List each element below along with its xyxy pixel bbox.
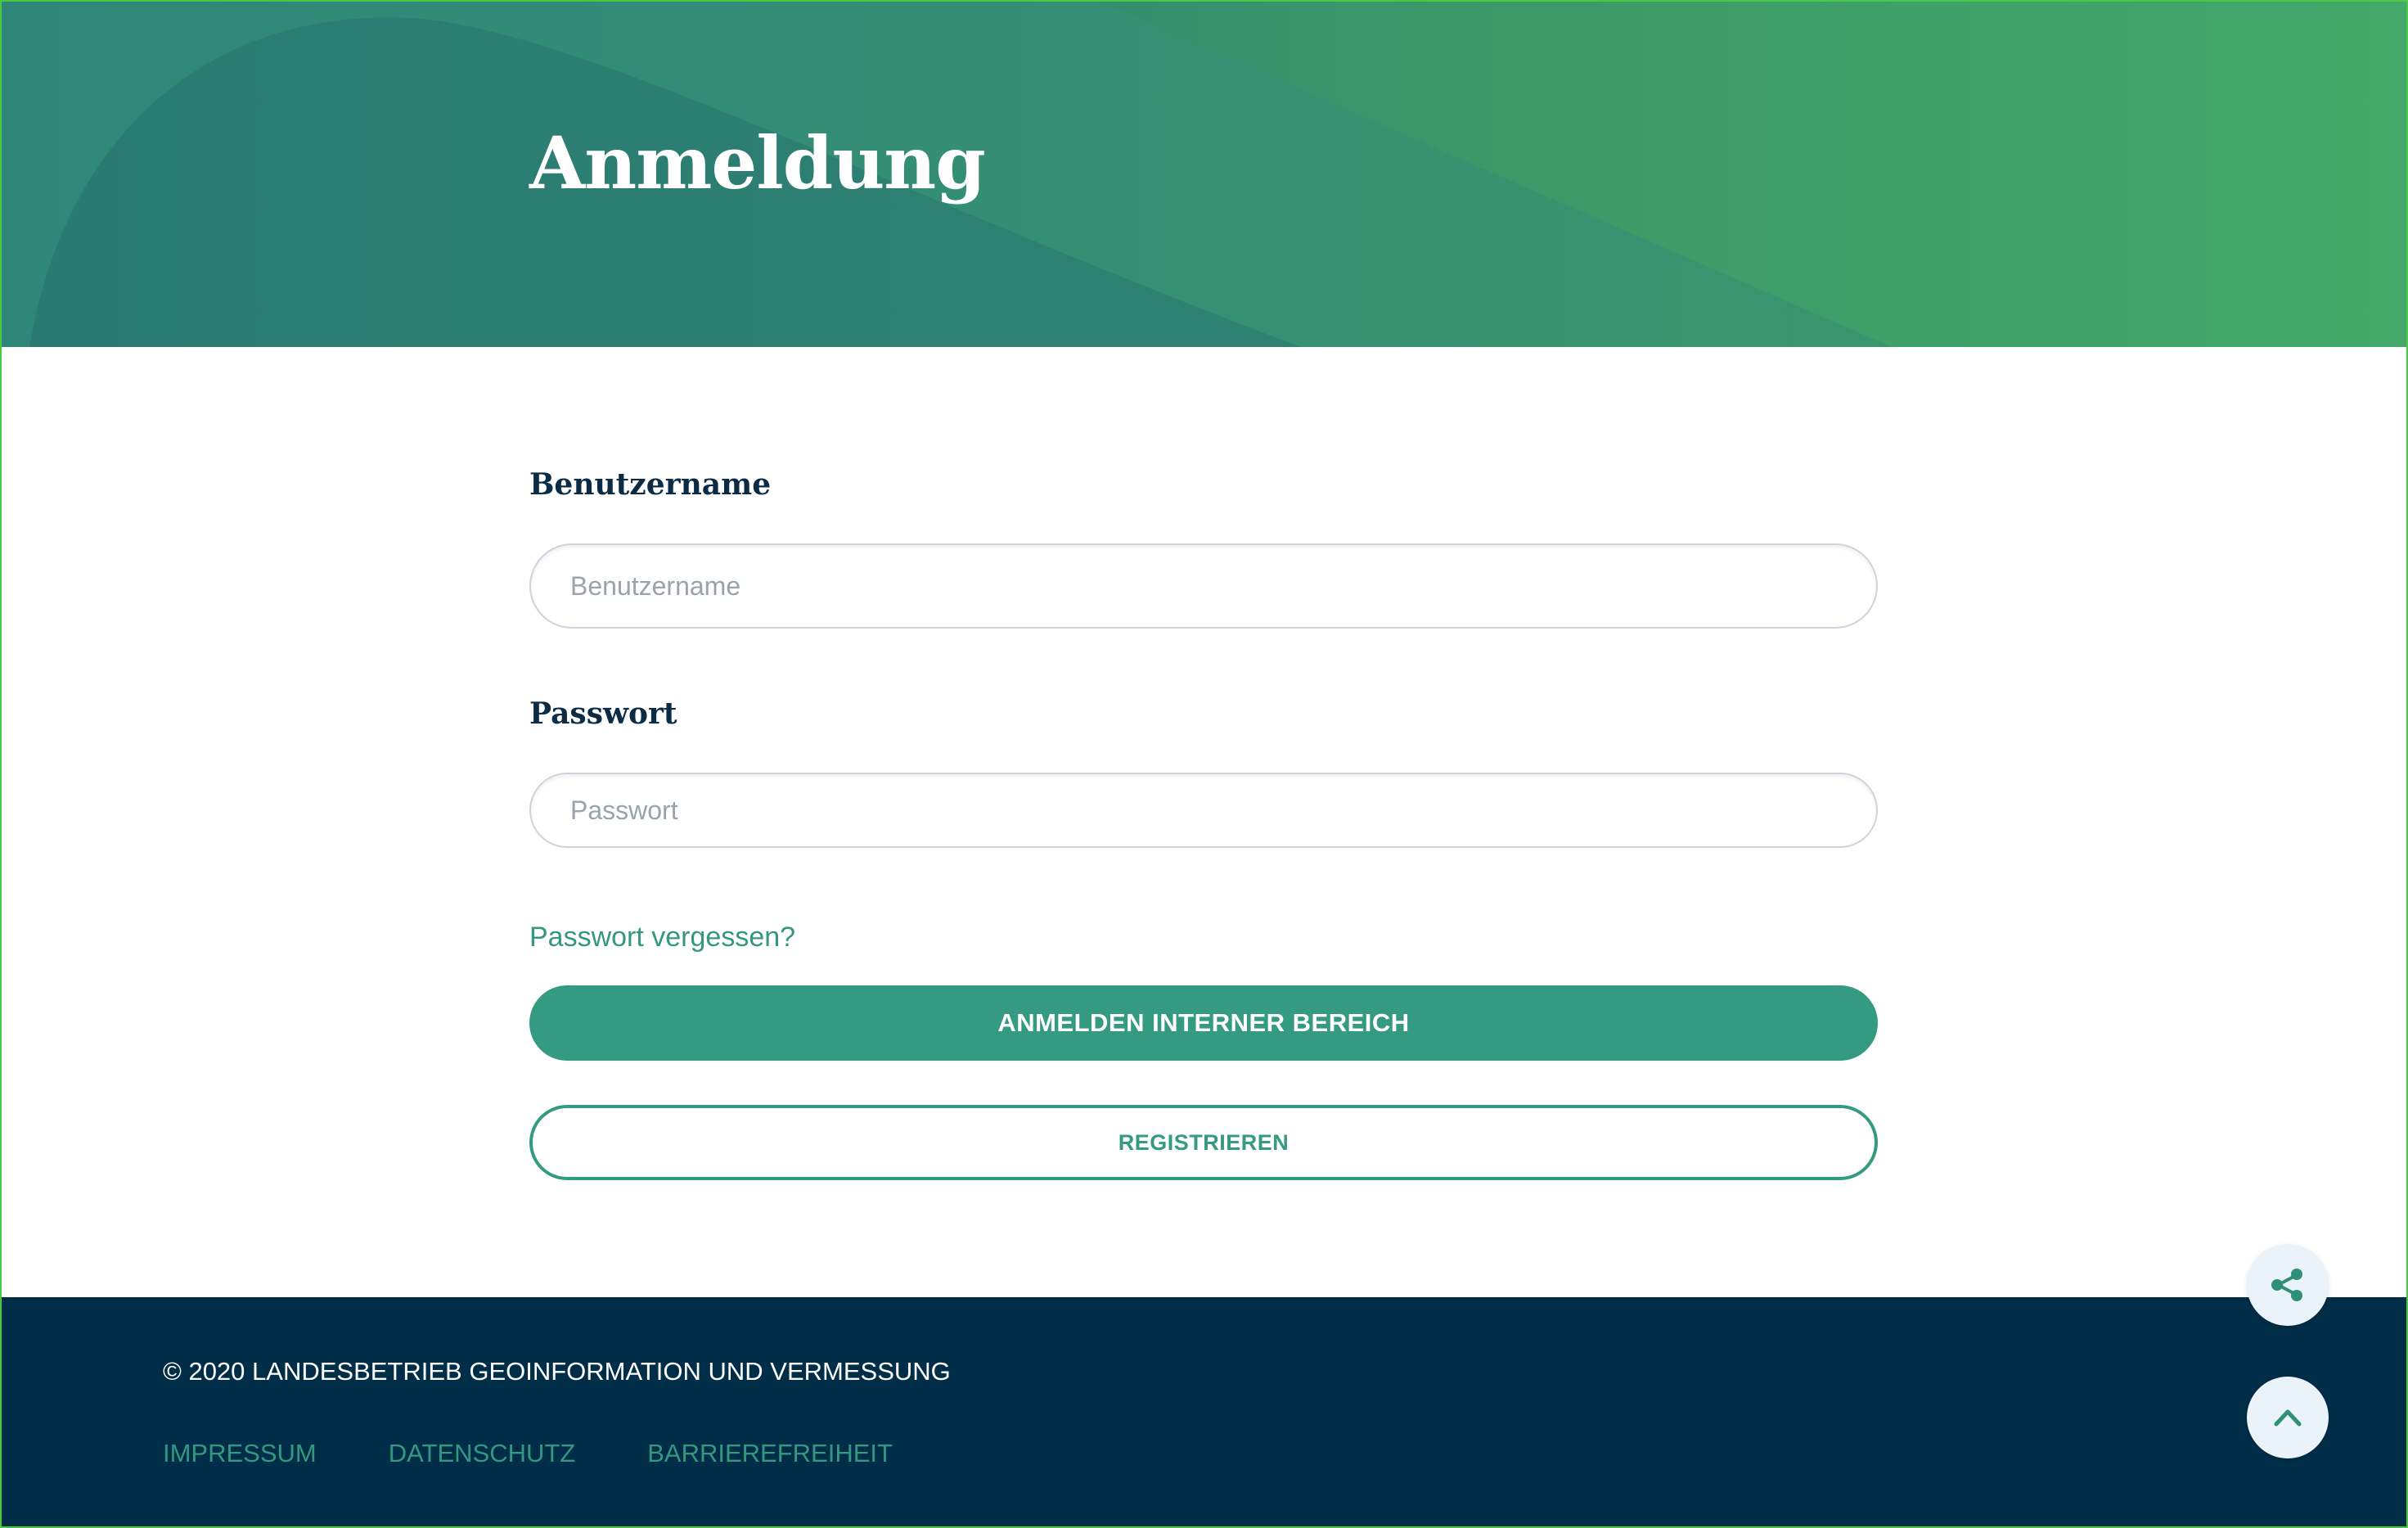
forgot-password-link[interactable]: Passwort vergessen?	[529, 923, 795, 951]
footer-link-datenschutz[interactable]: DATENSCHUTZ	[389, 1440, 575, 1466]
chevron-up-icon	[2268, 1398, 2307, 1437]
scroll-to-top-button[interactable]	[2247, 1377, 2329, 1458]
footer-link-barrierefreiheit[interactable]: BARRIEREFREIHEIT	[647, 1440, 893, 1466]
footer-link-impressum[interactable]: IMPRESSUM	[163, 1440, 317, 1466]
copyright-text: © 2020 LANDESBETRIEB GEOINFORMATION UND …	[163, 1357, 951, 1386]
page-header: Anmeldung	[0, 0, 2408, 347]
header-wave-decoration	[0, 0, 1892, 347]
login-button[interactable]: ANMELDEN INTERNER BEREICH	[529, 985, 1878, 1061]
page-footer: © 2020 LANDESBETRIEB GEOINFORMATION UND …	[0, 1297, 2408, 1528]
password-input[interactable]	[529, 773, 1878, 848]
username-input[interactable]	[529, 543, 1878, 629]
password-label: Passwort	[529, 696, 677, 731]
register-button[interactable]: REGISTRIEREN	[529, 1105, 1878, 1180]
page-title: Anmeldung	[529, 120, 986, 205]
share-button[interactable]	[2247, 1244, 2329, 1326]
share-icon	[2268, 1265, 2307, 1305]
username-label: Benutzername	[529, 467, 772, 502]
footer-nav: IMPRESSUM DATENSCHUTZ BARRIEREFREIHEIT	[163, 1440, 893, 1466]
